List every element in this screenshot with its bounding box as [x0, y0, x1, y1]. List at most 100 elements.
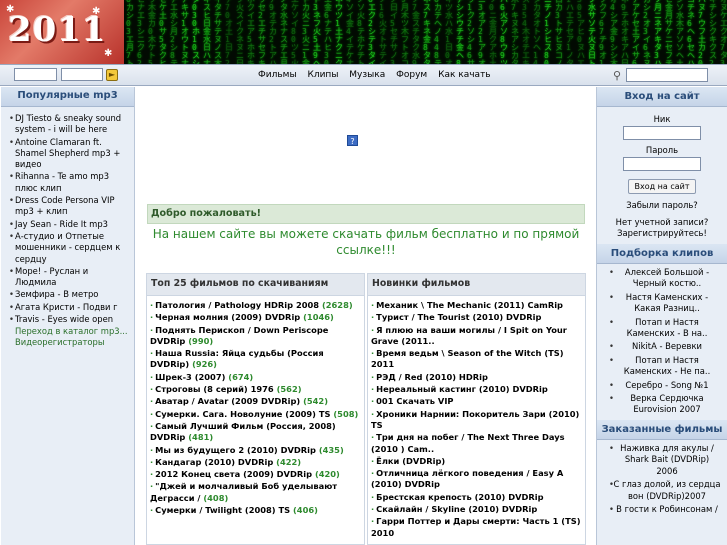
bullet-icon: ·: [150, 505, 154, 516]
search-icon[interactable]: ⚲: [613, 69, 621, 82]
film-title: Самый Лучший Фильм (Россия, 2008) DVDRip: [150, 420, 336, 443]
mp3-item[interactable]: Земфира - В метро: [9, 289, 130, 301]
menu-item-films[interactable]: Фильмы: [258, 70, 297, 80]
register-link[interactable]: Нет учетной записи? Зарегистрируйтесь!: [601, 217, 723, 239]
search-input[interactable]: [626, 68, 708, 82]
ordered-film-item[interactable]: С глаз долой, из сердца вон (DVDRip)2007: [609, 479, 721, 502]
menu-item-music[interactable]: Музыка: [349, 70, 385, 80]
top-film-item[interactable]: · Сумерки / Twilight (2008) TS (406): [150, 505, 361, 516]
matrix-glyph-column: ノソ火8テホケチト: [357, 0, 365, 64]
matrix-glyph-column: ソ0ニ金月クアホ土: [489, 0, 497, 64]
top-film-item[interactable]: · Мы из будущего 2 (2010) DVDRip (435): [150, 445, 361, 456]
clip-item[interactable]: Верка Сердючка Eurovision 2007: [609, 393, 721, 416]
new-film-item[interactable]: · Я плюю на ваши могилы / I Spit on Your …: [371, 325, 582, 348]
film-title: Я плюю на ваши могилы / I Spit on Your G…: [371, 324, 567, 346]
download-count: (2628): [321, 300, 353, 310]
matrix-glyph-column: ノタ水ネナスチエ月: [280, 0, 288, 64]
clip-item[interactable]: Потап и Настя Каменских - Не па..: [609, 355, 721, 378]
login-button[interactable]: Вход на сайт: [628, 179, 696, 194]
menu-item-forum[interactable]: Форум: [396, 70, 427, 80]
clip-item[interactable]: NikitA - Веревки: [609, 341, 721, 353]
mp3-item[interactable]: DJ Tiesto & sneaky sound system - i will…: [9, 113, 130, 136]
bullet-icon: ·: [371, 408, 375, 419]
quick-login-input[interactable]: [14, 68, 57, 81]
top-film-item[interactable]: · Черная молния (2009) DVDRip (1046): [150, 312, 361, 323]
matrix-glyph-column: 6エク2シテ3タイ: [368, 0, 376, 64]
film-title: Три дня на побег / The Next Three Days (…: [371, 432, 565, 454]
new-film-item[interactable]: · Гарри Поттер и Дары смерти: Часть 1 (TS…: [371, 516, 582, 539]
missing-plugin-icon: ?: [347, 135, 358, 146]
matrix-glyph-column: ネウツ1土ナクニク: [335, 0, 343, 64]
bullet-icon: ·: [371, 491, 375, 502]
new-film-item[interactable]: · Брестская крепость (2010) DVDRip: [371, 492, 582, 503]
matrix-glyph-column: タ030ホ10スシ: [192, 0, 200, 64]
ordered-film-item[interactable]: В гости к Робинсонам /: [609, 504, 721, 516]
top-film-item[interactable]: · Кандагар (2010) DVDRip (422): [150, 457, 361, 468]
top-film-item[interactable]: · "Джей и молчаливый Боб уделывают Деграс…: [150, 481, 361, 504]
top-film-item[interactable]: · Строговы (8 серий) 1976 (562): [150, 384, 361, 395]
new-film-item[interactable]: · Турист / The Tourist (2010) DVDRip: [371, 312, 582, 323]
download-count: (435): [318, 444, 344, 455]
top-film-item[interactable]: · Шрек-3 (2007) (674): [150, 372, 361, 383]
new-film-item[interactable]: · Хроники Нарнии: Покоритель Зари (2010) …: [371, 409, 582, 432]
bullet-icon: ·: [150, 481, 154, 492]
clip-item[interactable]: Потап и Настя Каменских - В на..: [609, 317, 721, 340]
quick-login-button[interactable]: ►: [106, 69, 118, 81]
new-film-item[interactable]: · Ёлки (DVDRip): [371, 456, 582, 467]
new-film-item[interactable]: · РЭД / Red (2010) HDRip: [371, 372, 582, 383]
matrix-glyph-column: ハヌ7ウフ土カ20: [698, 0, 706, 64]
bullet-icon: ·: [371, 468, 375, 479]
logo[interactable]: 2011 ✱ ✱ ✱: [0, 0, 124, 64]
top-film-item[interactable]: · Сумерки. Сага. Новолуние (2009) TS (508…: [150, 409, 361, 420]
new-film-item[interactable]: · Отличница лёгкого поведения / Easy A (2…: [371, 468, 582, 491]
top-film-item[interactable]: · Аватар / Avatar (2009 DVDRip) (542): [150, 396, 361, 407]
forgot-password-link[interactable]: Забыли пароль?: [601, 200, 723, 211]
film-title: Сумерки / Twilight (2008) TS: [155, 505, 291, 516]
clip-item[interactable]: Алексей Большой - Черный костю..: [609, 267, 721, 290]
bullet-icon: ·: [150, 396, 154, 407]
film-title: 001 Скачать VIP: [376, 396, 454, 407]
menu-item-clips[interactable]: Клипы: [307, 70, 338, 80]
new-film-item[interactable]: · Время ведьм \ Season of the Witch (TS) …: [371, 348, 582, 371]
mp3-item[interactable]: Море! - Руслан и Людмила: [9, 266, 130, 289]
new-film-item[interactable]: · Нереальный кастинг (2010) DVDRip: [371, 384, 582, 395]
matrix-glyph-column: ウ木金カ0木ケト5: [148, 0, 156, 64]
top-film-item[interactable]: · Наша Russia: Яйца судьбы (Россия DVDRip…: [150, 348, 361, 371]
ad-banner: ?: [136, 87, 596, 204]
mp3-item[interactable]: Travis - Eyes wide open: [9, 314, 130, 326]
mp3-item[interactable]: Jay Sean - Ride It mp3: [9, 219, 130, 231]
mp3-item[interactable]: Rihanna - Te amo mp3 плюс клип: [9, 171, 130, 194]
top-film-item[interactable]: · Самый Лучший Фильм (Россия, 2008) DVDRi…: [150, 421, 361, 444]
ordered-film-item[interactable]: Наживка для акулы / Shark Bait (DVDRip) …: [609, 443, 721, 477]
film-title: "Джей и молчаливый Боб уделывают Деграсс…: [150, 481, 338, 503]
main-menu: Фильмы Клипы Музыка Форум Как качать: [258, 70, 499, 80]
matrix-glyph-column: ホクイエア5ホホキ: [247, 0, 255, 64]
top-film-item[interactable]: · Поднять Перископ / Down Periscope DVDRi…: [150, 325, 361, 348]
new-film-item[interactable]: · Скайлайн / Skyline (2010) DVDRip: [371, 504, 582, 515]
mp3-item[interactable]: Dress Code Persona VIP mp3 + клип: [9, 195, 130, 218]
mp3-catalog-link[interactable]: Переход в каталог mp3...: [1, 326, 134, 337]
new-film-item[interactable]: · 001 Скачать VIP: [371, 396, 582, 407]
matrix-glyph-column: ノ日イ5セチサノ3: [390, 0, 398, 64]
matrix-glyph-column: ア9オテカ2トアハ: [269, 0, 277, 64]
password-input[interactable]: [623, 157, 701, 171]
clips-list: Алексей Большой - Черный костю.. Настя К…: [597, 264, 727, 416]
matrix-glyph-column: ノ16火オトサテイ: [379, 0, 387, 64]
top-film-item[interactable]: · 2012 Конец света (2009) DVDRip (420): [150, 469, 361, 480]
mp3-item[interactable]: Агата Кристи - Подви г: [9, 302, 130, 314]
menu-item-how-to-download[interactable]: Как качать: [438, 70, 491, 80]
bullet-icon: ·: [150, 420, 154, 431]
mp3-item[interactable]: А-студио и Отпетые мошенники - сердцем к…: [9, 231, 130, 265]
new-film-item[interactable]: · Механик \ The Mechanic (2011) CamRip: [371, 300, 582, 311]
clip-item[interactable]: Серебро - Song №1: [609, 380, 721, 392]
quick-password-input[interactable]: [61, 68, 103, 81]
mp3-item[interactable]: Antoine Clamaran ft. Shamel Shepherd mp3…: [9, 137, 130, 171]
bullet-icon: ·: [371, 384, 375, 395]
clip-item[interactable]: Настя Каменских - Какая Разниц..: [609, 292, 721, 315]
dashcam-link[interactable]: Видеорегистраторы: [1, 337, 134, 348]
nick-label: Ник: [653, 114, 671, 124]
top-film-item[interactable]: · Патология / Pathology HDRip 2008 (2628): [150, 300, 361, 311]
nick-input[interactable]: [623, 126, 701, 140]
ordered-films-list: Наживка для акулы / Shark Bait (DVDRip) …: [597, 440, 727, 516]
new-film-item[interactable]: · Три дня на побег / The Next Three Days …: [371, 432, 582, 455]
